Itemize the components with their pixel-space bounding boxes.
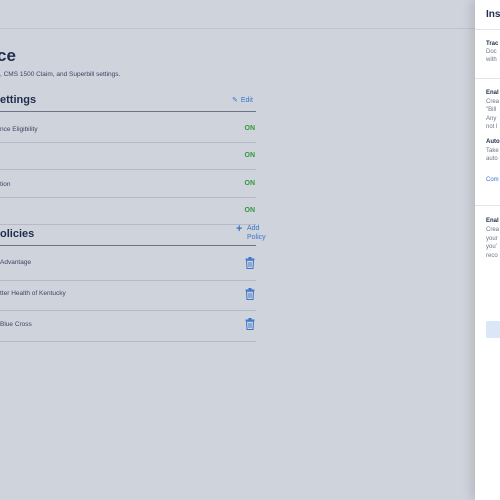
panel-divider bbox=[475, 78, 500, 79]
panel-option-text: Any bbox=[486, 116, 497, 122]
trash-icon[interactable] bbox=[245, 257, 255, 269]
setting-status-badge[interactable]: ON bbox=[245, 180, 256, 187]
plus-icon: + bbox=[236, 223, 243, 235]
setting-status-badge[interactable]: ON bbox=[245, 125, 256, 132]
panel-save-button[interactable] bbox=[486, 321, 500, 338]
row-divider bbox=[0, 197, 256, 198]
setting-status-badge[interactable]: ON bbox=[245, 207, 256, 214]
row-divider bbox=[0, 169, 256, 170]
row-divider bbox=[0, 142, 256, 143]
pencil-icon: ✎ bbox=[232, 97, 238, 104]
panel-option-text: with bbox=[486, 57, 497, 63]
setting-status-badge[interactable]: ON bbox=[245, 152, 256, 159]
panel-option-text: "Bill bbox=[486, 107, 497, 113]
header-divider bbox=[0, 28, 475, 29]
panel-divider bbox=[475, 29, 500, 30]
panel-option-text: auto bbox=[486, 156, 498, 162]
edit-label: Edit bbox=[240, 97, 253, 104]
setting-row-label: tion bbox=[0, 181, 11, 188]
panel-option-heading: Auto bbox=[486, 139, 500, 145]
policy-row-label: Advantage bbox=[0, 259, 32, 266]
settings-header-rule bbox=[0, 111, 256, 112]
settings-section-title: ettings bbox=[0, 94, 37, 106]
policy-row-label: Blue Cross bbox=[0, 321, 32, 328]
panel-option-text: Crea bbox=[486, 227, 500, 233]
row-divider bbox=[0, 224, 256, 225]
setting-row-label: nce Eligibility bbox=[0, 126, 38, 133]
panel-option-heading: Trac bbox=[486, 41, 499, 47]
panel-divider bbox=[475, 205, 500, 206]
panel-option-text: not l bbox=[486, 124, 498, 130]
row-divider bbox=[0, 341, 256, 342]
panel-option-text: you' bbox=[486, 244, 497, 250]
page-subtitle: , CMS 1500 Claim, and Superbill settings… bbox=[0, 71, 121, 78]
trash-icon[interactable] bbox=[245, 288, 255, 300]
page-title: ce bbox=[0, 46, 16, 65]
policy-row-label: tter Health of Kentucky bbox=[0, 290, 66, 297]
policies-section-title: olicies bbox=[0, 228, 35, 240]
panel-option-text: Take bbox=[486, 148, 499, 154]
edit-settings-link[interactable]: ✎ Edit bbox=[232, 96, 253, 104]
panel-option-heading: Enal bbox=[486, 218, 499, 224]
add-policy-label: Add Policy bbox=[247, 225, 266, 241]
policies-header-rule bbox=[0, 245, 256, 246]
panel-option-heading: Enal bbox=[486, 90, 499, 96]
trash-icon[interactable] bbox=[245, 318, 255, 330]
panel-option-text: your bbox=[486, 236, 498, 242]
panel-option-text: Crea bbox=[486, 99, 500, 105]
panel-link[interactable]: Com bbox=[486, 177, 499, 183]
panel-option-text: reco bbox=[486, 253, 498, 259]
row-divider bbox=[0, 310, 256, 311]
panel-option-text: Doc bbox=[486, 49, 497, 55]
insurance-side-panel: Ins Trac Doc with Enal Crea "Bill Any no… bbox=[475, 0, 500, 500]
panel-title: Ins bbox=[486, 9, 500, 20]
row-divider bbox=[0, 280, 256, 281]
